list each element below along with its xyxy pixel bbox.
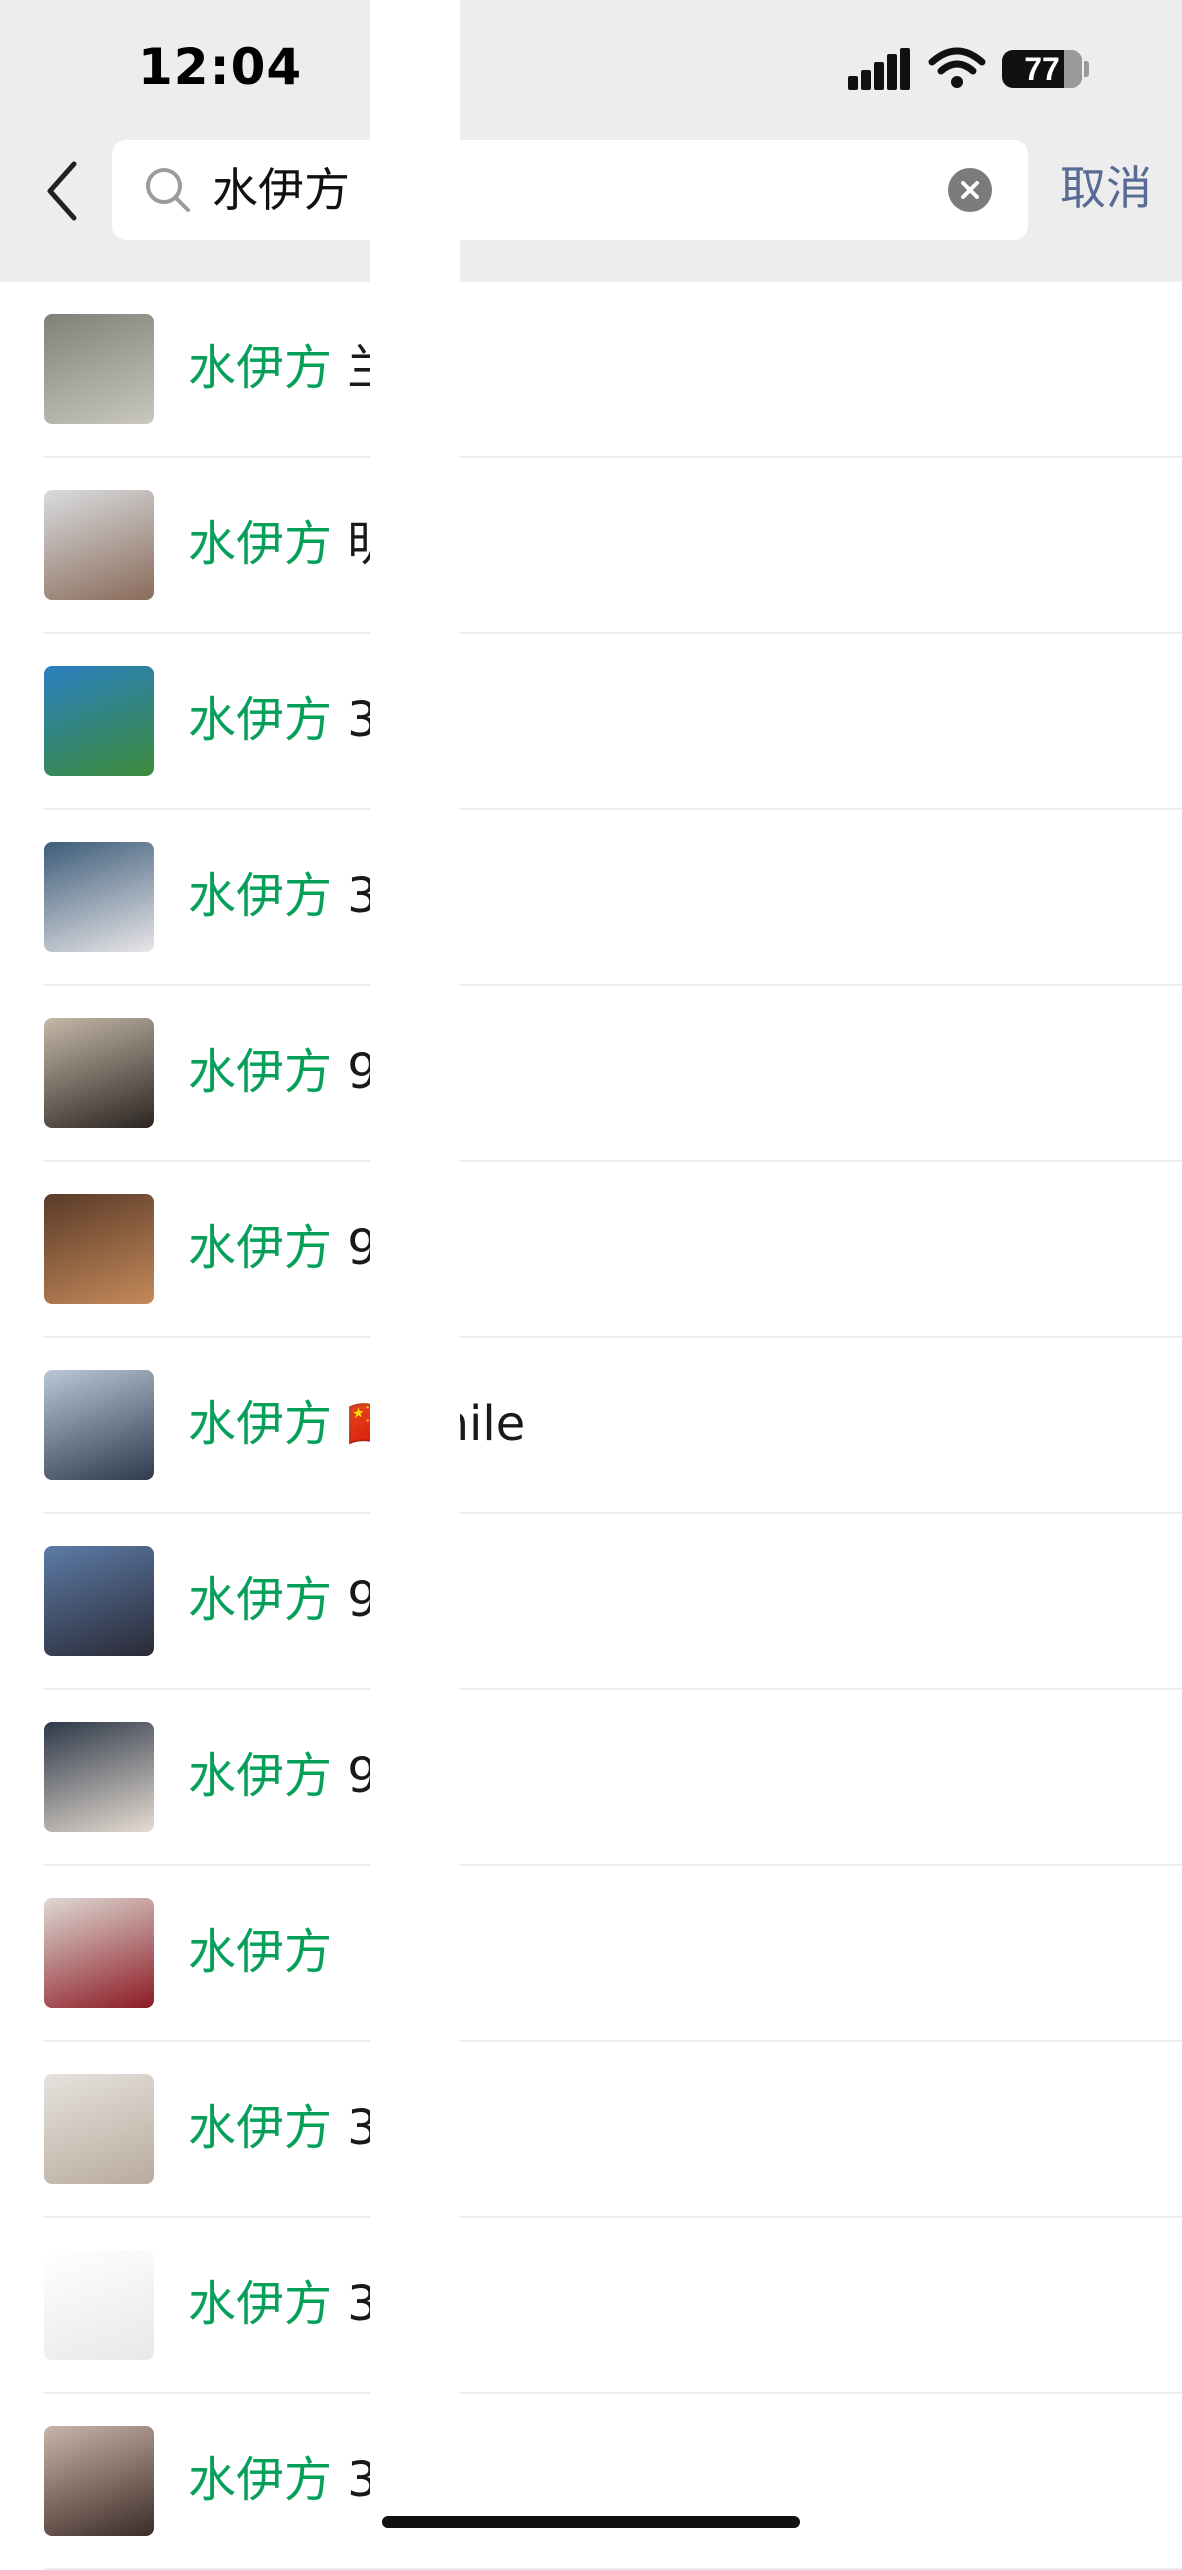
home-indicator[interactable] [382,2516,800,2528]
contact-name: 水伊方 9 [188,1744,378,1808]
top-bar: 12:04 77 水伊方 取消 [0,0,1182,282]
list-item[interactable]: 水伊方 兰 [0,282,1182,458]
list-item[interactable]: 水伊方 3 [0,810,1182,986]
list-item[interactable]: 水伊方 9 [0,986,1182,1162]
privacy-mask [370,0,460,2557]
list-item[interactable]: 水伊方 9 [0,1514,1182,1690]
contact-name: 水伊方 9 [188,1568,378,1632]
avatar [44,842,154,952]
highlighted-match: 水伊方 [188,1044,333,1100]
search-input[interactable]: 水伊方 [112,140,1028,240]
clear-search-icon[interactable] [948,168,992,212]
contact-name: 水伊方 9 [188,1040,378,1104]
avatar [44,314,154,424]
highlighted-match: 水伊方 [188,1924,333,1980]
list-item[interactable]: 水伊方 31 [0,2218,1182,2394]
contact-name: 水伊方 [188,1920,332,1984]
avatar [44,490,154,600]
search-results-list: 水伊方 兰水伊方 明水伊方 36 水伊方 3 水伊方 9 水伊方 9 水伊方 🇨🇳 mi… [0,282,1182,2570]
list-item[interactable]: 水伊方 [0,1866,1182,2042]
list-item[interactable]: 水伊方 明 [0,458,1182,634]
battery-icon: 77 [1002,50,1082,88]
status-time: 12:04 [138,38,303,96]
highlighted-match: 水伊方 [188,516,333,572]
battery-level: 77 [1024,51,1060,87]
contact-name: 水伊方 兰 [188,336,395,400]
contact-name: 水伊方 3 [188,864,378,928]
highlighted-match: 水伊方 [188,868,333,924]
contact-name: 水伊方 🇨🇳 mile [188,1392,525,1456]
list-item[interactable]: 水伊方 36 [0,2394,1182,2570]
cancel-button[interactable]: 取消 [1060,158,1152,218]
highlighted-match: 水伊方 [188,692,333,748]
search-icon [146,168,190,212]
list-item[interactable]: 水伊方 9 [0,1162,1182,1338]
avatar [44,666,154,776]
search-query[interactable]: 水伊方 [212,160,350,220]
highlighted-match: 水伊方 [188,2276,333,2332]
avatar [44,1546,154,1656]
list-item[interactable]: 水伊方 9 [0,1690,1182,1866]
avatar [44,1898,154,2008]
avatar [44,1018,154,1128]
highlighted-match: 水伊方 [188,340,333,396]
list-item[interactable]: 水伊方 36 [0,634,1182,810]
avatar [44,2250,154,2360]
contact-name: 水伊方 9 [188,1216,378,1280]
avatar [44,2426,154,2536]
highlighted-match: 水伊方 [188,1748,333,1804]
list-item[interactable]: 水伊方 🇨🇳 mile [0,1338,1182,1514]
highlighted-match: 水伊方 [188,2452,333,2508]
cellular-signal-icon [848,48,910,90]
highlighted-match: 水伊方 [188,2100,333,2156]
contact-name: 水伊方 3 [188,2096,378,2160]
avatar [44,1722,154,1832]
avatar [44,1370,154,1480]
highlighted-match: 水伊方 [188,1220,333,1276]
highlighted-match: 水伊方 [188,1572,333,1628]
wifi-icon [928,47,986,88]
list-item[interactable]: 水伊方 3 [0,2042,1182,2218]
contact-name: 水伊方 明 [188,512,395,576]
highlighted-match: 水伊方 [188,1396,333,1452]
avatar [44,2074,154,2184]
battery-cap [1084,61,1089,77]
avatar [44,1194,154,1304]
back-chevron-icon[interactable] [44,160,80,222]
